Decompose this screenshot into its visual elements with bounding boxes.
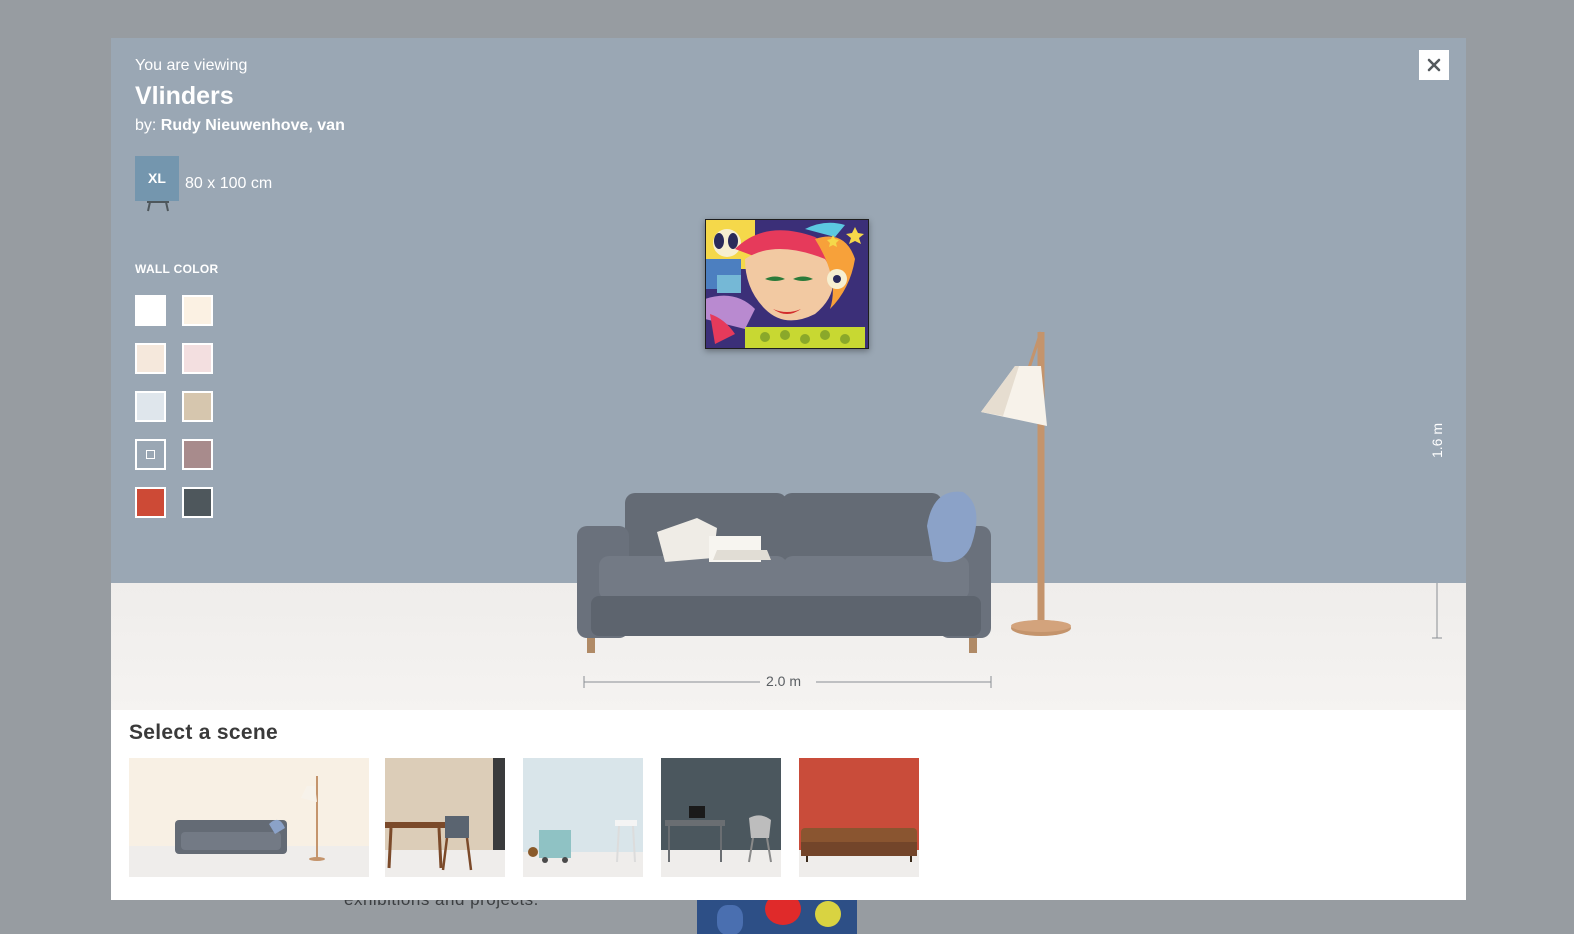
artist-name: Rudy Nieuwenhove, van (160, 117, 345, 134)
sofa-image (577, 491, 991, 653)
room-view-modal: You are viewing Vlinders by: Rudy Nieuwe… (111, 38, 1466, 900)
wall-color-swatch[interactable] (135, 391, 166, 422)
artwork-title: Vlinders (135, 82, 234, 110)
scene-thumb-kids-room[interactable] (523, 758, 643, 877)
close-button[interactable] (1419, 50, 1449, 80)
scene-thumb-living-room[interactable] (129, 758, 369, 877)
wall-color-swatch[interactable] (182, 439, 213, 470)
scene-thumb-dining[interactable] (385, 758, 505, 877)
artist-byline: by: Rudy Nieuwenhove, van (135, 117, 345, 135)
easel-icon (147, 201, 169, 212)
wall-color-swatch[interactable] (182, 343, 213, 374)
width-measurement: 2.0 m (766, 673, 802, 689)
wall-color-label: WALL COLOR (135, 262, 219, 276)
room-scene: You are viewing Vlinders by: Rudy Nieuwe… (111, 38, 1466, 710)
scene-thumb-office[interactable] (661, 758, 781, 877)
close-icon (1427, 58, 1441, 72)
select-scene-title: Select a scene (129, 721, 278, 744)
artwork-image (705, 219, 869, 349)
height-measurement: 1.6 m (1429, 422, 1445, 458)
by-prefix: by: (135, 117, 157, 134)
wall-color-swatch[interactable] (182, 391, 213, 422)
wall-color-swatch[interactable] (182, 487, 213, 518)
viewing-label: You are viewing (135, 57, 248, 74)
wall-color-swatch-custom[interactable] (135, 439, 166, 470)
wall-color-swatch[interactable] (182, 295, 213, 326)
background-artwork-image (697, 899, 857, 934)
height-line (1432, 583, 1442, 639)
size-badge: XL (135, 156, 179, 201)
wall-color-swatch[interactable] (135, 487, 166, 518)
size-dimensions: 80 x 100 cm (185, 175, 273, 192)
wall-color-swatch[interactable] (135, 343, 166, 374)
wall-color-swatch[interactable] (135, 295, 166, 326)
scene-thumb-chesterfield[interactable] (799, 758, 919, 877)
